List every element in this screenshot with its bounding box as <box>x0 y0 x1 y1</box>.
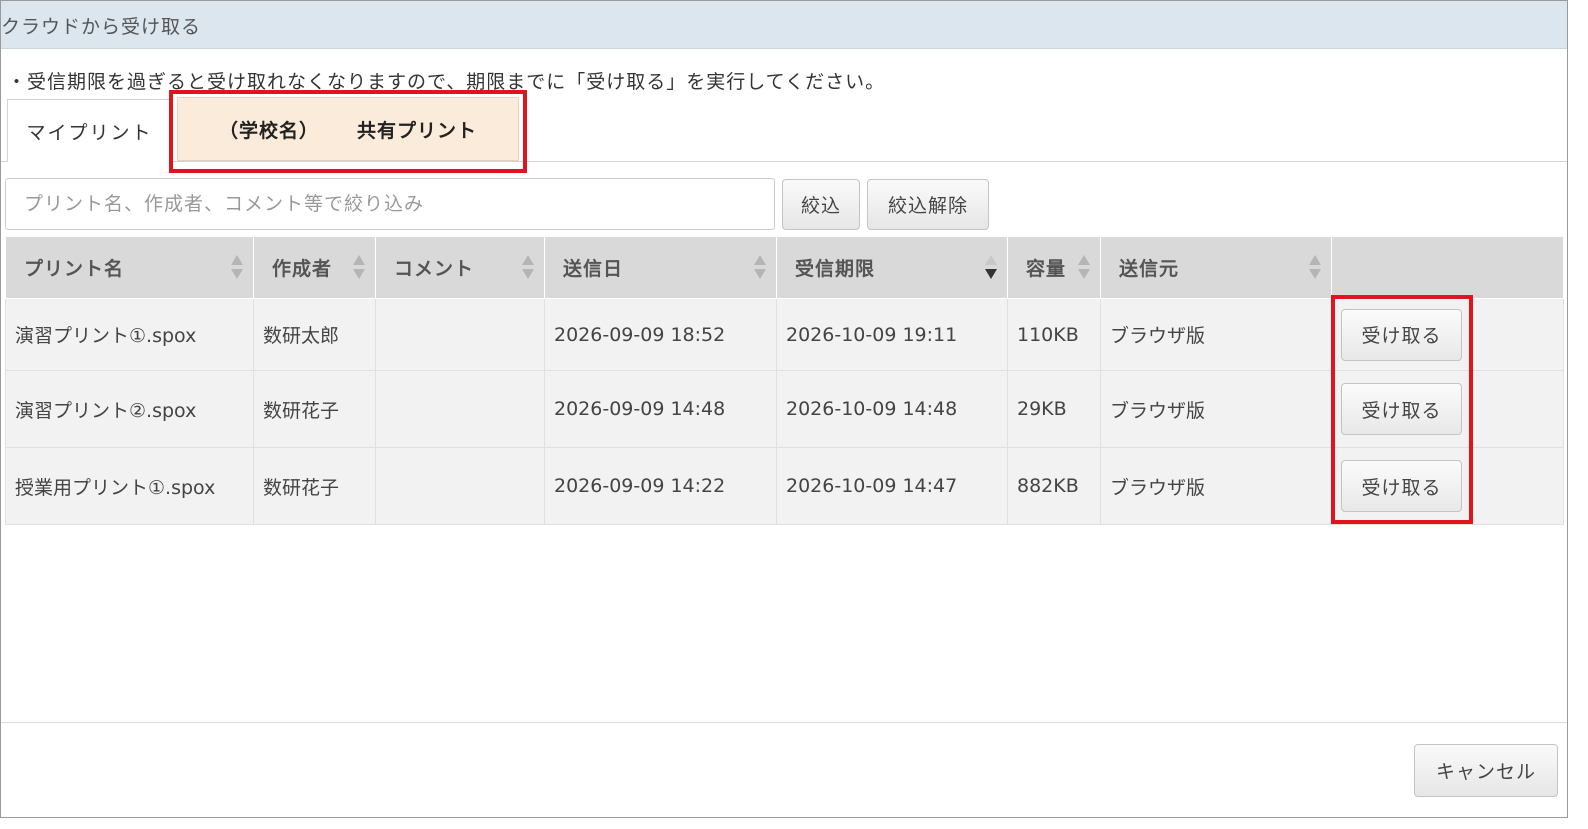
dialog-title: クラウドから受け取る <box>1 16 202 38</box>
cell-author: 数研花子 <box>253 370 376 448</box>
column-header-comment[interactable]: コメント <box>375 236 545 299</box>
cell-author: 数研花子 <box>253 447 376 525</box>
receive-button[interactable]: 受け取る <box>1341 383 1462 435</box>
receive-button[interactable]: 受け取る <box>1341 308 1462 361</box>
cell-source: ブラウザ版 <box>1100 447 1332 525</box>
cell-sent-date: 2026-09-09 14:48 <box>544 370 777 448</box>
cell-deadline: 2026-10-09 14:47 <box>776 447 1008 525</box>
tabs-divider <box>1 161 1567 162</box>
cell-action: 受け取る <box>1331 370 1564 448</box>
sort-icon[interactable] <box>231 255 243 281</box>
footer-divider <box>1 722 1567 723</box>
cell-sent-date: 2026-09-09 18:52 <box>544 298 777 371</box>
tab-shared-print[interactable]: （学校名） 共有プリント <box>177 97 519 161</box>
cell-size: 882KB <box>1007 447 1101 525</box>
cell-comment <box>375 370 545 448</box>
cell-deadline: 2026-10-09 14:48 <box>776 370 1008 448</box>
column-header-source[interactable]: 送信元 <box>1100 236 1332 299</box>
receive-button[interactable]: 受け取る <box>1341 460 1462 512</box>
table-row: 演習プリント②.spox 数研花子 2026-09-09 14:48 2026-… <box>5 370 1564 448</box>
cell-comment <box>375 298 545 371</box>
cell-action: 受け取る <box>1331 298 1564 371</box>
cell-source: ブラウザ版 <box>1100 298 1332 371</box>
table-row: 演習プリント①.spox 数研太郎 2026-09-09 18:52 2026-… <box>5 298 1564 371</box>
tab-school-name: （学校名） <box>218 119 319 142</box>
cell-sent-date: 2026-09-09 14:22 <box>544 447 777 525</box>
column-header-size[interactable]: 容量 <box>1007 236 1101 299</box>
dialog-titlebar: クラウドから受け取る <box>1 1 1567 49</box>
cell-action: 受け取る <box>1331 447 1564 525</box>
cell-name: 演習プリント①.spox <box>5 298 254 371</box>
cell-size: 29KB <box>1007 370 1101 448</box>
column-header-sent-date[interactable]: 送信日 <box>544 236 777 299</box>
sort-descending-icon[interactable] <box>985 255 997 281</box>
column-header-deadline[interactable]: 受信期限 <box>776 236 1008 299</box>
cell-author: 数研太郎 <box>253 298 376 371</box>
cell-size: 110KB <box>1007 298 1101 371</box>
cancel-button[interactable]: キャンセル <box>1414 744 1558 797</box>
column-header-author[interactable]: 作成者 <box>253 236 376 299</box>
filter-button[interactable]: 絞込 <box>782 179 860 230</box>
dialog: クラウドから受け取る ・受信期限を過ぎると受け取れなくなりますので、期限までに「… <box>0 0 1568 818</box>
print-table: プリント名 作成者 コメント 送信日 受信期限 容量 送信元 演習プリント①.s… <box>5 236 1564 525</box>
tab-shared-print-label: 共有プリント <box>357 119 478 142</box>
cell-comment <box>375 447 545 525</box>
cell-name: 授業用プリント①.spox <box>5 447 254 525</box>
table-header-row: プリント名 作成者 コメント 送信日 受信期限 容量 送信元 <box>5 236 1564 299</box>
sort-icon[interactable] <box>353 255 365 281</box>
table-row: 授業用プリント①.spox 数研花子 2026-09-09 14:22 2026… <box>5 447 1564 525</box>
sort-icon[interactable] <box>1309 255 1321 281</box>
notice-text: ・受信期限を過ぎると受け取れなくなりますので、期限までに「受け取る」を実行してく… <box>7 71 886 93</box>
cell-deadline: 2026-10-09 19:11 <box>776 298 1008 371</box>
tab-my-print[interactable]: マイプリント <box>7 99 172 162</box>
sort-icon[interactable] <box>1078 255 1090 281</box>
tab-my-print-label: マイプリント <box>26 121 153 144</box>
column-header-name[interactable]: プリント名 <box>5 236 254 299</box>
search-input[interactable] <box>5 178 775 230</box>
cell-name: 演習プリント②.spox <box>5 370 254 448</box>
cell-source: ブラウザ版 <box>1100 370 1332 448</box>
clear-filter-button[interactable]: 絞込解除 <box>867 179 989 230</box>
sort-icon[interactable] <box>522 255 534 281</box>
sort-icon[interactable] <box>754 255 766 281</box>
column-header-action <box>1331 236 1564 299</box>
